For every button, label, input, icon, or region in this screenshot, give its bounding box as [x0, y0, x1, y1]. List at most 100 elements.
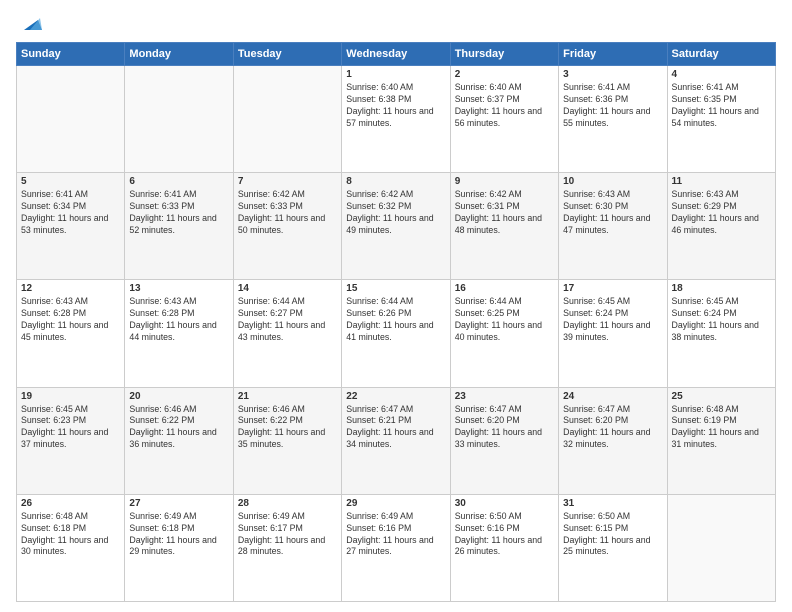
week-row-3: 12 Sunrise: 6:43 AM Sunset: 6:28 PM Dayli…: [17, 280, 776, 387]
day-number: 10: [563, 176, 662, 187]
cell-info: Sunrise: 6:42 AM Sunset: 6:33 PM Dayligh…: [238, 189, 337, 237]
day-number: 11: [672, 176, 771, 187]
day-number: 24: [563, 391, 662, 402]
calendar-cell: 13Sunrise: 6:43 AM Sunset: 6:28 PM Dayli…: [125, 280, 233, 387]
day-number: 8: [346, 176, 445, 187]
cell-info: Sunrise: 6:42 AM Sunset: 6:32 PM Dayligh…: [346, 189, 445, 237]
cell-info: Sunrise: 6:49 AM Sunset: 6:17 PM Dayligh…: [238, 511, 337, 559]
calendar-cell: 30 Sunrise: 6:50 AM Sunset: 6:16 PM Dayli…: [450, 494, 558, 601]
calendar-cell: 21 Sunrise: 6:46 AM Sunset: 6:22 PM Dayli…: [233, 387, 341, 494]
day-number: 26: [21, 498, 120, 509]
calendar-cell: 18 Sunrise: 6:45 AM Sunset: 6:24 PM Dayli…: [667, 280, 775, 387]
day-number: 14: [238, 283, 337, 294]
cell-info: Sunrise: 6:48 AM Sunset: 6:19 PM Dayligh…: [672, 404, 771, 452]
page: SundayMondayTuesdayWednesdayThursdayFrid…: [0, 0, 792, 612]
calendar-header: SundayMondayTuesdayWednesdayThursdayFrid…: [17, 43, 776, 66]
cell-info: Sunrise: 6:49 AM Sunset: 6:18 PM Dayligh…: [129, 511, 228, 559]
weekday-header-monday: Monday: [125, 43, 233, 66]
day-number: 5: [21, 176, 120, 187]
logo-text: [16, 12, 42, 34]
calendar-cell: 17 Sunrise: 6:45 AM Sunset: 6:24 PM Dayli…: [559, 280, 667, 387]
cell-info: Sunrise: 6:45 AM Sunset: 6:24 PM Dayligh…: [563, 296, 662, 344]
calendar-cell: 9 Sunrise: 6:42 AM Sunset: 6:31 PM Daylig…: [450, 173, 558, 280]
calendar-cell: [17, 66, 125, 173]
logo-icon: [20, 12, 42, 34]
cell-info: Sunrise: 6:44 AM Sunset: 6:27 PM Dayligh…: [238, 296, 337, 344]
calendar-cell: 2 Sunrise: 6:40 AM Sunset: 6:37 PM Daylig…: [450, 66, 558, 173]
calendar-cell: 5 Sunrise: 6:41 AM Sunset: 6:34 PM Daylig…: [17, 173, 125, 280]
cell-info: Sunrise: 6:43 AM Sunset: 6:30 PM Dayligh…: [563, 189, 662, 237]
cell-info: Sunrise: 6:43 AM Sunset: 6:28 PM Dayligh…: [21, 296, 120, 344]
day-number: 19: [21, 391, 120, 402]
cell-info: Sunrise: 6:41 AM Sunset: 6:36 PM Dayligh…: [563, 82, 662, 130]
weekday-header-friday: Friday: [559, 43, 667, 66]
calendar-cell: 6 Sunrise: 6:41 AM Sunset: 6:33 PM Daylig…: [125, 173, 233, 280]
calendar-cell: 12 Sunrise: 6:43 AM Sunset: 6:28 PM Dayli…: [17, 280, 125, 387]
calendar-cell: 28Sunrise: 6:49 AM Sunset: 6:17 PM Dayli…: [233, 494, 341, 601]
day-number: 12: [21, 283, 120, 294]
cell-info: Sunrise: 6:41 AM Sunset: 6:34 PM Dayligh…: [21, 189, 120, 237]
cell-info: Sunrise: 6:47 AM Sunset: 6:21 PM Dayligh…: [346, 404, 445, 452]
day-number: 9: [455, 176, 554, 187]
cell-info: Sunrise: 6:40 AM Sunset: 6:37 PM Dayligh…: [455, 82, 554, 130]
cell-info: Sunrise: 6:47 AM Sunset: 6:20 PM Dayligh…: [455, 404, 554, 452]
day-number: 20: [129, 391, 228, 402]
day-number: 6: [129, 176, 228, 187]
calendar-cell: 26 Sunrise: 6:48 AM Sunset: 6:18 PM Dayli…: [17, 494, 125, 601]
weekday-header-tuesday: Tuesday: [233, 43, 341, 66]
cell-info: Sunrise: 6:50 AM Sunset: 6:16 PM Dayligh…: [455, 511, 554, 559]
cell-info: Sunrise: 6:48 AM Sunset: 6:18 PM Dayligh…: [21, 511, 120, 559]
day-number: 27: [129, 498, 228, 509]
day-number: 1: [346, 69, 445, 80]
logo-area: [16, 12, 42, 34]
calendar-cell: 31Sunrise: 6:50 AM Sunset: 6:15 PM Dayli…: [559, 494, 667, 601]
calendar-cell: 14 Sunrise: 6:44 AM Sunset: 6:27 PM Dayli…: [233, 280, 341, 387]
cell-info: Sunrise: 6:45 AM Sunset: 6:24 PM Dayligh…: [672, 296, 771, 344]
cell-info: Sunrise: 6:42 AM Sunset: 6:31 PM Dayligh…: [455, 189, 554, 237]
cell-info: Sunrise: 6:43 AM Sunset: 6:29 PM Dayligh…: [672, 189, 771, 237]
calendar-cell: 22 Sunrise: 6:47 AM Sunset: 6:21 PM Dayli…: [342, 387, 450, 494]
cell-info: Sunrise: 6:46 AM Sunset: 6:22 PM Dayligh…: [129, 404, 228, 452]
calendar-table: SundayMondayTuesdayWednesdayThursdayFrid…: [16, 42, 776, 602]
cell-info: Sunrise: 6:44 AM Sunset: 6:26 PM Dayligh…: [346, 296, 445, 344]
calendar-cell: 4 Sunrise: 6:41 AM Sunset: 6:35 PM Daylig…: [667, 66, 775, 173]
cell-info: Sunrise: 6:41 AM Sunset: 6:35 PM Dayligh…: [672, 82, 771, 130]
calendar-cell: 20 Sunrise: 6:46 AM Sunset: 6:22 PM Dayli…: [125, 387, 233, 494]
day-number: 23: [455, 391, 554, 402]
day-number: 29: [346, 498, 445, 509]
cell-info: Sunrise: 6:46 AM Sunset: 6:22 PM Dayligh…: [238, 404, 337, 452]
week-row-5: 26 Sunrise: 6:48 AM Sunset: 6:18 PM Dayli…: [17, 494, 776, 601]
calendar-cell: 1 Sunrise: 6:40 AM Sunset: 6:38 PM Daylig…: [342, 66, 450, 173]
cell-info: Sunrise: 6:40 AM Sunset: 6:38 PM Dayligh…: [346, 82, 445, 130]
day-number: 4: [672, 69, 771, 80]
calendar-cell: 23 Sunrise: 6:47 AM Sunset: 6:20 PM Dayli…: [450, 387, 558, 494]
day-number: 22: [346, 391, 445, 402]
calendar-cell: 15Sunrise: 6:44 AM Sunset: 6:26 PM Dayli…: [342, 280, 450, 387]
calendar-cell: 16Sunrise: 6:44 AM Sunset: 6:25 PM Dayli…: [450, 280, 558, 387]
week-row-4: 19 Sunrise: 6:45 AM Sunset: 6:23 PM Dayli…: [17, 387, 776, 494]
weekday-header-thursday: Thursday: [450, 43, 558, 66]
calendar-cell: 19 Sunrise: 6:45 AM Sunset: 6:23 PM Dayli…: [17, 387, 125, 494]
cell-info: Sunrise: 6:41 AM Sunset: 6:33 PM Dayligh…: [129, 189, 228, 237]
calendar-cell: [233, 66, 341, 173]
day-number: 21: [238, 391, 337, 402]
calendar-cell: 29 Sunrise: 6:49 AM Sunset: 6:16 PM Dayli…: [342, 494, 450, 601]
day-number: 30: [455, 498, 554, 509]
week-row-2: 5 Sunrise: 6:41 AM Sunset: 6:34 PM Daylig…: [17, 173, 776, 280]
day-number: 18: [672, 283, 771, 294]
calendar-cell: 24Sunrise: 6:47 AM Sunset: 6:20 PM Dayli…: [559, 387, 667, 494]
cell-info: Sunrise: 6:45 AM Sunset: 6:23 PM Dayligh…: [21, 404, 120, 452]
cell-info: Sunrise: 6:49 AM Sunset: 6:16 PM Dayligh…: [346, 511, 445, 559]
calendar-body: 1 Sunrise: 6:40 AM Sunset: 6:38 PM Daylig…: [17, 66, 776, 602]
calendar-cell: 7Sunrise: 6:42 AM Sunset: 6:33 PM Daylig…: [233, 173, 341, 280]
weekday-header-wednesday: Wednesday: [342, 43, 450, 66]
day-number: 16: [455, 283, 554, 294]
day-number: 2: [455, 69, 554, 80]
weekday-row: SundayMondayTuesdayWednesdayThursdayFrid…: [17, 43, 776, 66]
calendar-cell: 3 Sunrise: 6:41 AM Sunset: 6:36 PM Daylig…: [559, 66, 667, 173]
day-number: 31: [563, 498, 662, 509]
day-number: 3: [563, 69, 662, 80]
weekday-header-saturday: Saturday: [667, 43, 775, 66]
day-number: 17: [563, 283, 662, 294]
week-row-1: 1 Sunrise: 6:40 AM Sunset: 6:38 PM Daylig…: [17, 66, 776, 173]
